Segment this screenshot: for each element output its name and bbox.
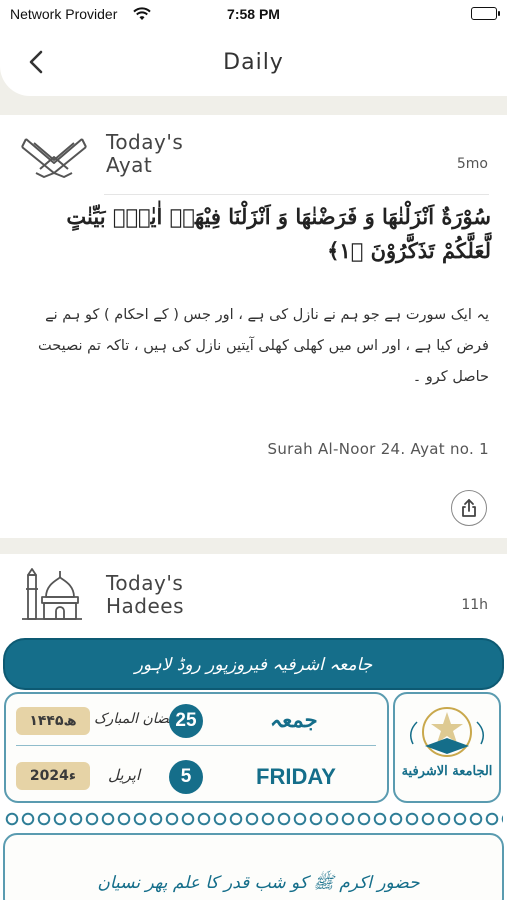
ayat-arabic-text: سُوْرَةٌ اَنْزَلْنٰهَا وَ فَرَضْنٰهَا وَ… — [66, 204, 491, 263]
weekday-english: FRIDAY — [256, 764, 336, 789]
gregorian-month: اپریل — [108, 766, 141, 784]
hadees-banner: جامعہ اشرفیہ فیروزپور روڈ لاہور — [3, 638, 504, 690]
hadees-time-ago: 11h — [461, 597, 488, 613]
gregorian-day: 5 — [169, 760, 203, 794]
ayat-title: Today's Ayat — [106, 130, 184, 177]
hijri-year: ۱۴۴۵ھ — [16, 707, 90, 735]
nav-header: Daily — [0, 30, 507, 96]
mosque-icon — [20, 567, 84, 625]
institution-logo: الجامعة الاشرفية — [393, 692, 501, 803]
status-bar: Network Provider 7:58 PM — [0, 0, 507, 30]
share-icon — [462, 499, 476, 517]
banner-text: جامعہ اشرفیہ فیروزپور روڈ لاہور — [134, 655, 373, 675]
clock: 7:58 PM — [227, 6, 280, 22]
date-panel: الجامعة الاشرفية ۱۴۴۵ھ رمضان المبارک 25 … — [2, 690, 505, 805]
logo-text: الجامعة الاشرفية — [401, 764, 493, 779]
date-separator — [16, 745, 376, 746]
ayat-time-ago: 5mo — [456, 156, 488, 172]
battery-icon — [471, 7, 500, 20]
quran-icon — [20, 133, 88, 183]
page-title: Daily — [223, 50, 284, 75]
ayat-divider — [104, 194, 489, 195]
hijri-day: 25 — [169, 704, 203, 738]
gregorian-year: 2024ء — [16, 762, 90, 790]
ayat-urdu-translation: یہ ایک سورت ہے جو ہم نے نازل کی ہے ، اور… — [37, 307, 489, 385]
ayat-reference: Surah Al-Noor 24. Ayat no. 1 — [267, 440, 489, 458]
weekday-urdu: جمعہ — [270, 709, 318, 732]
hadees-title: Today's Hadees — [106, 571, 185, 618]
share-button[interactable] — [451, 490, 487, 526]
hadees-text: حضور اکرم ﷺ کو شب قدر کا علم پھر نسیان — [97, 873, 420, 893]
ornament-border — [4, 808, 503, 830]
